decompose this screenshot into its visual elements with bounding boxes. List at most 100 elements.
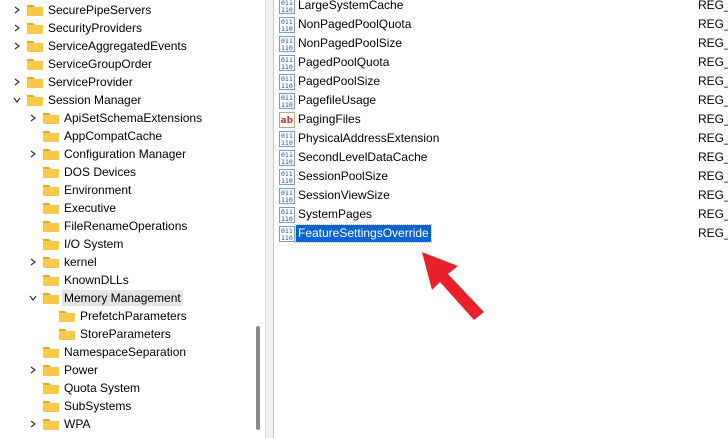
value-row[interactable]: 011 110 LargeSystemCache REG_	[274, 0, 728, 15]
value-type: REG_	[698, 55, 728, 69]
tree-scrollbar-thumb[interactable]	[256, 326, 260, 430]
value-name: PagingFiles	[298, 112, 361, 126]
tree-item[interactable]: FileRenameOperations	[0, 217, 265, 235]
value-type: REG_	[698, 93, 728, 107]
value-name: PagedPoolSize	[298, 74, 381, 88]
binary-value-icon: 011 110	[279, 0, 295, 14]
chevron-right-icon[interactable]	[28, 415, 38, 433]
tree-item[interactable]: SecurePipeServers	[0, 1, 265, 19]
chevron-right-icon[interactable]	[12, 19, 22, 37]
tree-item[interactable]: Memory Management	[0, 289, 265, 307]
tree-item[interactable]: KnownDLLs	[0, 271, 265, 289]
tree-item[interactable]: PrefetchParameters	[0, 307, 265, 325]
tree-item-label: ServiceAggregatedEvents	[48, 39, 187, 53]
value-row[interactable]: 011 110 SystemPages REG_	[274, 205, 728, 224]
tree-item[interactable]: Executive	[0, 199, 265, 217]
value-type: REG_	[698, 74, 728, 88]
tree-item-label: Environment	[64, 183, 132, 197]
tree-item[interactable]: ApiSetSchemaExtensions	[0, 109, 265, 127]
tree-item[interactable]: Session Manager	[0, 91, 265, 109]
svg-text:110: 110	[281, 158, 293, 166]
binary-value-icon: 011 110	[279, 131, 295, 147]
chevron-right-icon[interactable]	[28, 145, 38, 163]
tree-item-label: SecurityProviders	[48, 21, 143, 35]
tree-item[interactable]: ServiceAggregatedEvents	[0, 37, 265, 55]
value-type: REG_	[698, 112, 728, 126]
chevron-right-icon[interactable]	[28, 109, 38, 127]
svg-text:110: 110	[281, 63, 293, 71]
chevron-down-icon[interactable]	[28, 289, 38, 307]
folder-icon	[42, 219, 60, 233]
folder-icon	[42, 255, 60, 269]
tree-item[interactable]: Power	[0, 361, 265, 379]
value-type: REG_	[698, 0, 728, 12]
tree-item-label: Power	[64, 363, 99, 377]
value-row[interactable]: 011 110 PagedPoolQuota REG_	[274, 53, 728, 72]
tree-item[interactable]: Quota System	[0, 379, 265, 397]
binary-value-icon: 011 110	[279, 17, 295, 33]
folder-icon	[26, 57, 44, 71]
tree-item[interactable]: SubSystems	[0, 397, 265, 415]
tree-item[interactable]: ServiceProvider	[0, 73, 265, 91]
value-name: SystemPages	[298, 207, 373, 221]
value-row[interactable]: 011 110 SessionViewSize REG_	[274, 186, 728, 205]
value-row[interactable]: 011 110 NonPagedPoolQuota REG_	[274, 15, 728, 34]
tree-item-label: PrefetchParameters	[80, 309, 187, 323]
chevron-right-icon[interactable]	[12, 37, 22, 55]
chevron-right-icon[interactable]	[28, 361, 38, 379]
folder-icon	[42, 183, 60, 197]
tree-item-label: SecurePipeServers	[48, 3, 152, 17]
registry-values-list[interactable]: 011 110 LargeSystemCache REG_ 011 110 NonPaged…	[274, 0, 728, 438]
value-row[interactable]: 011 110 PagefileUsage REG_	[274, 91, 728, 110]
folder-icon	[42, 273, 60, 287]
svg-text:110: 110	[281, 215, 293, 223]
registry-key-tree[interactable]: SecurePipeServers SecurityProviders Servic…	[0, 0, 265, 438]
tree-item-label: ApiSetSchemaExtensions	[64, 111, 203, 125]
value-name: FeatureSettingsOverride	[295, 224, 432, 243]
value-row[interactable]: 011 110 FeatureSettingsOverride REG_	[274, 224, 728, 243]
value-name: NonPagedPoolSize	[298, 36, 403, 50]
binary-value-icon: 011 110	[279, 207, 295, 223]
svg-text:110: 110	[281, 177, 293, 185]
folder-icon	[58, 309, 76, 323]
tree-item[interactable]: Configuration Manager	[0, 145, 265, 163]
pointer-arrow-icon	[422, 252, 484, 320]
folder-icon	[42, 345, 60, 359]
folder-icon	[42, 129, 60, 143]
value-row[interactable]: 011 110 SecondLevelDataCache REG_	[274, 148, 728, 167]
value-row[interactable]: 011 110 NonPagedPoolSize REG_	[274, 34, 728, 53]
tree-item[interactable]: SecurityProviders	[0, 19, 265, 37]
chevron-right-icon[interactable]	[28, 253, 38, 271]
tree-item-label: StoreParameters	[80, 327, 171, 341]
tree-item[interactable]: WPA	[0, 415, 265, 433]
tree-item[interactable]: AppCompatCache	[0, 127, 265, 145]
folder-icon	[42, 363, 60, 377]
value-row[interactable]: 011 110 PagedPoolSize REG_	[274, 72, 728, 91]
tree-item[interactable]: kernel	[0, 253, 265, 271]
tree-item-label: Quota System	[64, 381, 141, 395]
tree-item-label: ServiceGroupOrder	[48, 57, 153, 71]
tree-item[interactable]: I/O System	[0, 235, 265, 253]
tree-item[interactable]: StoreParameters	[0, 325, 265, 343]
chevron-right-icon[interactable]	[12, 73, 22, 91]
binary-value-icon: 011 110	[279, 188, 295, 204]
folder-icon	[26, 75, 44, 89]
value-row[interactable]: ab PagingFiles REG_	[274, 110, 728, 129]
value-row[interactable]: 011 110 PhysicalAddressExtension REG_	[274, 129, 728, 148]
svg-text:110: 110	[281, 44, 293, 52]
folder-icon	[26, 93, 44, 107]
tree-item-label: KnownDLLs	[64, 273, 129, 287]
binary-value-icon: 011 110	[279, 74, 295, 90]
pane-splitter[interactable]	[265, 0, 274, 438]
tree-item[interactable]: DOS Devices	[0, 163, 265, 181]
binary-value-icon: 011 110	[279, 36, 295, 52]
chevron-down-icon[interactable]	[12, 91, 22, 109]
chevron-right-icon[interactable]	[12, 1, 22, 19]
value-name: LargeSystemCache	[298, 0, 404, 12]
tree-item[interactable]: ServiceGroupOrder	[0, 55, 265, 73]
value-row[interactable]: 011 110 SessionPoolSize REG_	[274, 167, 728, 186]
tree-item[interactable]: Environment	[0, 181, 265, 199]
folder-icon	[26, 3, 44, 17]
tree-item[interactable]: NamespaceSeparation	[0, 343, 265, 361]
value-name: SecondLevelDataCache	[298, 150, 428, 164]
